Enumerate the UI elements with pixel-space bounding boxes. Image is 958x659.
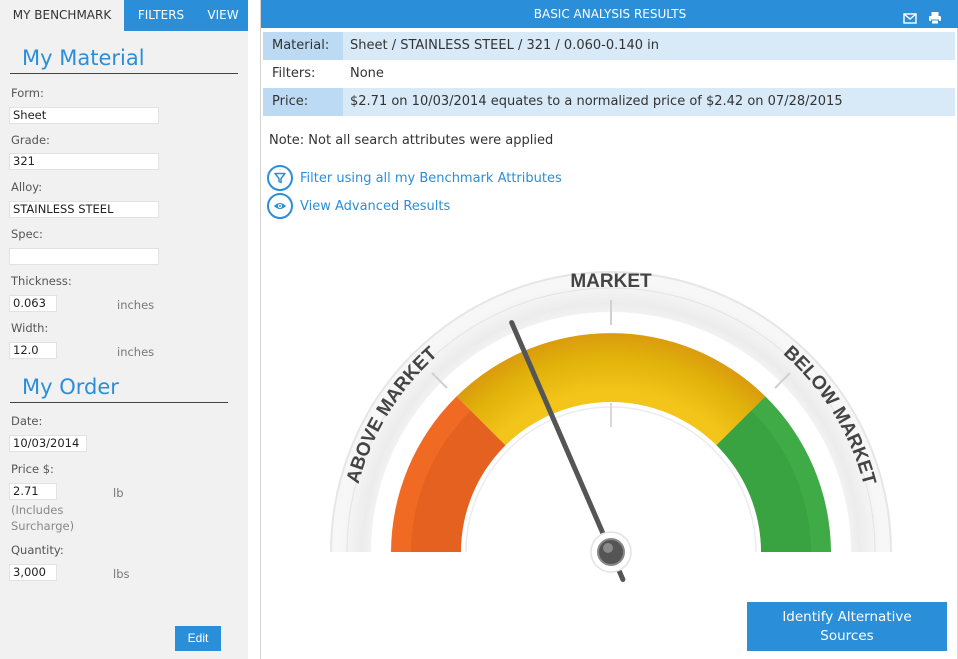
benchmark-panel: MY BENCHMARK FILTERS VIEW My Material Fo… bbox=[0, 0, 248, 659]
quantity-label: Quantity: bbox=[11, 543, 64, 557]
price-note-line1: (Includes bbox=[11, 503, 64, 517]
filters-row: Filters: None bbox=[263, 60, 955, 88]
date-label: Date: bbox=[11, 414, 43, 428]
market-gauge: MARKET ABOVE MARKET BELOW MARKET bbox=[330, 271, 892, 582]
tab-filters[interactable]: FILTERS bbox=[124, 0, 198, 31]
results-title: BASIC ANALYSIS RESULTS bbox=[533, 7, 687, 21]
quantity-unit: lbs bbox=[113, 567, 130, 581]
price-row: Price: $2.71 on 10/03/2014 equates to a … bbox=[263, 88, 955, 116]
form-field[interactable]: Sheet bbox=[9, 107, 159, 124]
filters-key: Filters: bbox=[272, 66, 316, 81]
price-label: Price $: bbox=[11, 462, 54, 476]
printer-icon[interactable] bbox=[928, 7, 942, 25]
price-key: Price: bbox=[263, 88, 343, 116]
thickness-unit: inches bbox=[117, 298, 155, 312]
tab-my-benchmark[interactable]: MY BENCHMARK bbox=[0, 0, 124, 31]
results-header: BASIC ANALYSIS RESULTS bbox=[261, 0, 958, 28]
date-field[interactable]: 10/03/2014 bbox=[9, 435, 87, 452]
width-label: Width: bbox=[11, 321, 49, 335]
price-value: $2.71 on 10/03/2014 equates to a normali… bbox=[350, 94, 843, 109]
alt-button-line1: Identify Alternative bbox=[782, 609, 912, 625]
grade-label: Grade: bbox=[11, 133, 50, 147]
my-material-title: My Material bbox=[22, 46, 145, 70]
spec-field[interactable] bbox=[9, 248, 159, 265]
material-row: Material: Sheet / STAINLESS STEEL / 321 … bbox=[263, 32, 955, 60]
width-unit: inches bbox=[117, 345, 155, 359]
edit-button[interactable]: Edit bbox=[175, 626, 221, 651]
alloy-field[interactable]: STAINLESS STEEL bbox=[9, 201, 159, 218]
filter-link-label: Filter using all my Benchmark Attributes bbox=[300, 170, 562, 186]
alt-button-line2: Sources bbox=[820, 628, 874, 644]
spec-label: Spec: bbox=[11, 227, 43, 241]
advanced-link-label: View Advanced Results bbox=[300, 198, 451, 214]
attributes-note: Note: Not all search attributes were app… bbox=[269, 133, 554, 148]
section-divider bbox=[10, 73, 238, 74]
price-note-line2: Surcharge) bbox=[11, 519, 75, 533]
panel-tabs: MY BENCHMARK FILTERS VIEW bbox=[0, 0, 248, 31]
advanced-results-link[interactable]: View Advanced Results bbox=[267, 193, 450, 219]
results-panel: BASIC ANALYSIS RESULTS Material: Sheet /… bbox=[260, 0, 958, 659]
eye-icon bbox=[267, 193, 293, 219]
material-key: Material: bbox=[263, 32, 343, 60]
price-field[interactable]: 2.71 bbox=[9, 483, 57, 500]
grade-field[interactable]: 321 bbox=[9, 153, 159, 170]
gauge-market-label: MARKET bbox=[570, 271, 652, 292]
my-order-title: My Order bbox=[22, 375, 119, 399]
identify-alternative-sources-button[interactable]: Identify Alternative Sources bbox=[747, 602, 947, 651]
price-unit: lb bbox=[113, 486, 124, 500]
filter-benchmark-link[interactable]: Filter using all my Benchmark Attributes bbox=[267, 165, 562, 191]
section-divider bbox=[10, 402, 228, 403]
envelope-icon[interactable] bbox=[903, 7, 917, 24]
thickness-field[interactable]: 0.063 bbox=[9, 295, 57, 312]
quantity-field[interactable]: 3,000 bbox=[9, 564, 57, 581]
width-field[interactable]: 12.0 bbox=[9, 342, 57, 359]
filter-icon bbox=[267, 165, 293, 191]
gauge-hub-highlight bbox=[603, 543, 613, 553]
form-label: Form: bbox=[11, 86, 44, 100]
thickness-label: Thickness: bbox=[11, 274, 72, 288]
tab-view[interactable]: VIEW bbox=[198, 0, 248, 31]
alloy-label: Alloy: bbox=[11, 180, 43, 194]
filters-value: None bbox=[350, 66, 384, 81]
material-value: Sheet / STAINLESS STEEL / 321 / 0.060-0.… bbox=[350, 38, 660, 53]
